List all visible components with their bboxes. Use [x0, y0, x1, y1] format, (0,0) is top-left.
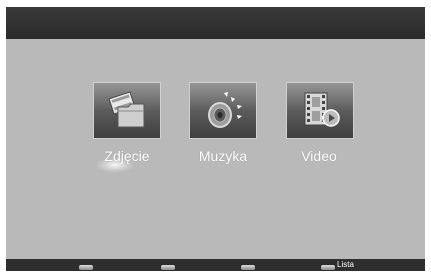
yellow-key-icon[interactable]: [241, 265, 255, 270]
red-key-icon[interactable]: [79, 265, 93, 270]
top-bar: [6, 7, 425, 39]
photo-folder-icon: [108, 91, 145, 128]
green-key-icon[interactable]: [161, 265, 175, 270]
blue-key-icon[interactable]: [321, 265, 335, 270]
music-tile[interactable]: [189, 82, 257, 139]
video-tile[interactable]: [286, 82, 354, 139]
video-label: Video: [301, 148, 337, 164]
music-label: Muzyka: [198, 148, 248, 164]
film-play-icon: [304, 92, 340, 127]
bottom-key-bar: Lista: [6, 259, 425, 271]
speaker-icon: [208, 92, 242, 128]
photo-tile[interactable]: [93, 82, 161, 139]
photo-label: Zdjęcie: [104, 148, 150, 164]
lista-label: Lista: [337, 260, 354, 269]
media-player-screen: Zdjęcie Muzyka Video Lista: [6, 7, 425, 271]
